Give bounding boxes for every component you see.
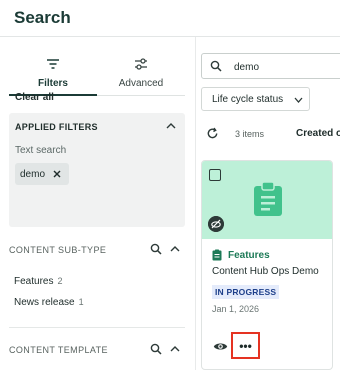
panel-divider <box>195 37 196 370</box>
filter-chip: demo <box>15 163 69 185</box>
facet-label: News release <box>14 297 75 308</box>
tab-filters[interactable]: Filters <box>9 56 97 96</box>
clipboard-icon <box>212 249 222 261</box>
card-date: Jan 1, 2026 <box>212 304 260 314</box>
search-icon[interactable] <box>150 243 162 255</box>
text-search-label: Text search <box>15 145 67 156</box>
facet-item[interactable]: News release 1 <box>14 297 84 308</box>
chevron-down-icon <box>294 97 303 103</box>
visibility-off-icon <box>208 216 224 232</box>
filter-chip-label: demo <box>20 168 46 180</box>
facet-item[interactable]: Features 2 <box>14 276 62 287</box>
clipboard-icon <box>254 181 282 216</box>
card-type-label: Features <box>228 249 270 261</box>
more-options-button[interactable]: ••• <box>231 332 260 359</box>
card-type: Features <box>212 249 270 261</box>
header-divider <box>0 36 340 37</box>
chevron-up-icon[interactable] <box>170 245 180 253</box>
results-count: 3 items <box>235 129 265 139</box>
chevron-up-icon[interactable] <box>170 345 180 353</box>
search-icon[interactable] <box>150 343 162 355</box>
close-icon[interactable] <box>53 170 61 178</box>
filter-icon <box>47 59 59 69</box>
facet-label: Features <box>14 276 54 287</box>
page-title: Search <box>14 8 71 27</box>
refresh-icon[interactable] <box>206 127 219 140</box>
applied-filters-title: APPLIED FILTERS <box>15 122 98 132</box>
search-input[interactable]: demo <box>201 53 340 79</box>
card-thumbnail <box>202 161 332 239</box>
facet-count: 1 <box>78 297 84 307</box>
card-title[interactable]: Content Hub Ops Demo <box>212 266 319 277</box>
select-checkbox[interactable] <box>209 169 221 181</box>
result-card[interactable]: Features Content Hub Ops Demo IN PROGRES… <box>201 160 333 370</box>
chevron-up-icon[interactable] <box>166 122 176 130</box>
tab-advanced[interactable]: Advanced <box>97 56 185 96</box>
clear-all-button[interactable]: Clear all <box>15 92 54 103</box>
search-value: demo <box>234 62 260 73</box>
more-icon: ••• <box>239 338 252 353</box>
content-subtype-title: CONTENT SUB-TYPE <box>9 245 107 255</box>
search-icon <box>210 60 222 72</box>
search-page: Search Filters Advanced APPLIED FILTERS … <box>0 0 340 370</box>
tab-filters-label: Filters <box>37 78 68 89</box>
lifecycle-status-label: Life cycle status <box>212 94 284 105</box>
eye-icon[interactable] <box>213 341 228 352</box>
facet-count: 2 <box>57 276 63 286</box>
tab-advanced-label: Advanced <box>118 78 164 89</box>
content-template-title: CONTENT TEMPLATE <box>9 345 108 355</box>
applied-filters-panel: APPLIED FILTERS Text search demo <box>9 113 185 227</box>
sort-dropdown[interactable]: Created o <box>296 128 340 139</box>
status-badge: IN PROGRESS <box>212 285 280 299</box>
lifecycle-status-dropdown[interactable]: Life cycle status <box>201 87 310 111</box>
section-divider <box>9 327 185 328</box>
sliders-icon <box>135 58 147 70</box>
